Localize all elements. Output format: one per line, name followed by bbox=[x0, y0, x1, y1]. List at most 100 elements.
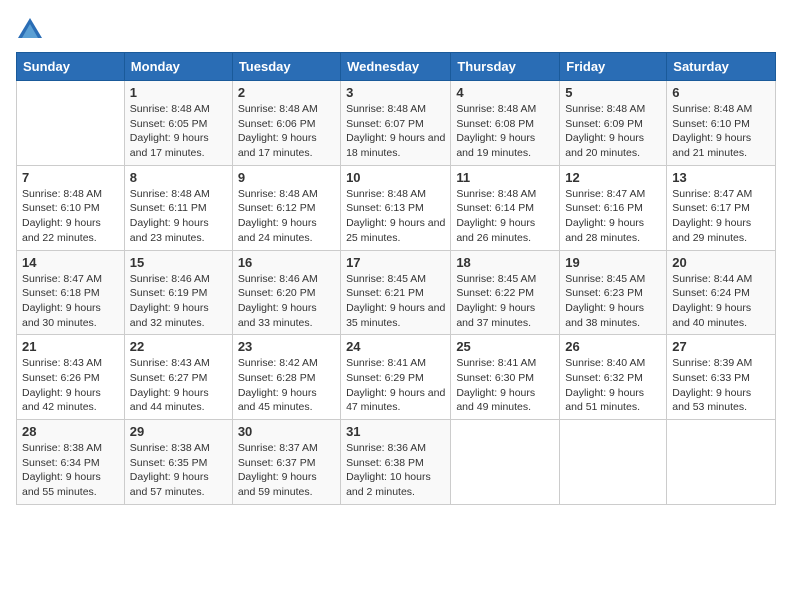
calendar-cell: 3 Sunrise: 8:48 AM Sunset: 6:07 PM Dayli… bbox=[341, 81, 451, 166]
sunset-text: Sunset: 6:11 PM bbox=[130, 202, 207, 214]
day-info: Sunrise: 8:37 AM Sunset: 6:37 PM Dayligh… bbox=[238, 441, 335, 500]
day-number: 4 bbox=[456, 85, 554, 100]
sunrise-text: Sunrise: 8:48 AM bbox=[456, 188, 536, 200]
sunset-text: Sunset: 6:09 PM bbox=[565, 118, 643, 130]
day-number: 27 bbox=[672, 339, 770, 354]
day-info: Sunrise: 8:48 AM Sunset: 6:10 PM Dayligh… bbox=[22, 187, 119, 246]
calendar-cell: 17 Sunrise: 8:45 AM Sunset: 6:21 PM Dayl… bbox=[341, 250, 451, 335]
sunrise-text: Sunrise: 8:36 AM bbox=[346, 442, 426, 454]
sunset-text: Sunset: 6:20 PM bbox=[238, 287, 316, 299]
calendar-cell: 2 Sunrise: 8:48 AM Sunset: 6:06 PM Dayli… bbox=[232, 81, 340, 166]
calendar-cell: 24 Sunrise: 8:41 AM Sunset: 6:29 PM Dayl… bbox=[341, 335, 451, 420]
daylight-text: Daylight: 9 hours and 20 minutes. bbox=[565, 132, 644, 159]
calendar-cell: 19 Sunrise: 8:45 AM Sunset: 6:23 PM Dayl… bbox=[560, 250, 667, 335]
daylight-text: Daylight: 9 hours and 57 minutes. bbox=[130, 471, 209, 498]
sunset-text: Sunset: 6:06 PM bbox=[238, 118, 316, 130]
week-row-1: 1 Sunrise: 8:48 AM Sunset: 6:05 PM Dayli… bbox=[17, 81, 776, 166]
day-info: Sunrise: 8:48 AM Sunset: 6:13 PM Dayligh… bbox=[346, 187, 445, 246]
calendar-cell: 13 Sunrise: 8:47 AM Sunset: 6:17 PM Dayl… bbox=[667, 165, 776, 250]
sunrise-text: Sunrise: 8:46 AM bbox=[238, 273, 318, 285]
day-info: Sunrise: 8:43 AM Sunset: 6:26 PM Dayligh… bbox=[22, 356, 119, 415]
day-number: 10 bbox=[346, 170, 445, 185]
day-number: 29 bbox=[130, 424, 227, 439]
day-info: Sunrise: 8:41 AM Sunset: 6:30 PM Dayligh… bbox=[456, 356, 554, 415]
day-number: 13 bbox=[672, 170, 770, 185]
daylight-text: Daylight: 9 hours and 53 minutes. bbox=[672, 387, 751, 414]
sunrise-text: Sunrise: 8:48 AM bbox=[346, 103, 426, 115]
daylight-text: Daylight: 9 hours and 42 minutes. bbox=[22, 387, 101, 414]
sunset-text: Sunset: 6:37 PM bbox=[238, 457, 316, 469]
day-header-monday: Monday bbox=[124, 53, 232, 81]
day-info: Sunrise: 8:48 AM Sunset: 6:12 PM Dayligh… bbox=[238, 187, 335, 246]
sunrise-text: Sunrise: 8:39 AM bbox=[672, 357, 752, 369]
sunrise-text: Sunrise: 8:37 AM bbox=[238, 442, 318, 454]
sunset-text: Sunset: 6:13 PM bbox=[346, 202, 424, 214]
sunrise-text: Sunrise: 8:48 AM bbox=[130, 103, 210, 115]
sunrise-text: Sunrise: 8:41 AM bbox=[456, 357, 536, 369]
day-number: 16 bbox=[238, 255, 335, 270]
sunset-text: Sunset: 6:08 PM bbox=[456, 118, 534, 130]
day-header-thursday: Thursday bbox=[451, 53, 560, 81]
calendar-cell: 29 Sunrise: 8:38 AM Sunset: 6:35 PM Dayl… bbox=[124, 420, 232, 505]
day-info: Sunrise: 8:48 AM Sunset: 6:06 PM Dayligh… bbox=[238, 102, 335, 161]
daylight-text: Daylight: 9 hours and 38 minutes. bbox=[565, 302, 644, 329]
calendar-cell: 27 Sunrise: 8:39 AM Sunset: 6:33 PM Dayl… bbox=[667, 335, 776, 420]
day-info: Sunrise: 8:48 AM Sunset: 6:11 PM Dayligh… bbox=[130, 187, 227, 246]
header-row: SundayMondayTuesdayWednesdayThursdayFrid… bbox=[17, 53, 776, 81]
sunset-text: Sunset: 6:27 PM bbox=[130, 372, 208, 384]
day-number: 14 bbox=[22, 255, 119, 270]
calendar-cell: 15 Sunrise: 8:46 AM Sunset: 6:19 PM Dayl… bbox=[124, 250, 232, 335]
day-info: Sunrise: 8:47 AM Sunset: 6:18 PM Dayligh… bbox=[22, 272, 119, 331]
calendar-cell: 28 Sunrise: 8:38 AM Sunset: 6:34 PM Dayl… bbox=[17, 420, 125, 505]
day-info: Sunrise: 8:41 AM Sunset: 6:29 PM Dayligh… bbox=[346, 356, 445, 415]
sunset-text: Sunset: 6:29 PM bbox=[346, 372, 424, 384]
day-number: 5 bbox=[565, 85, 661, 100]
sunset-text: Sunset: 6:05 PM bbox=[130, 118, 208, 130]
day-info: Sunrise: 8:43 AM Sunset: 6:27 PM Dayligh… bbox=[130, 356, 227, 415]
day-number: 24 bbox=[346, 339, 445, 354]
sunrise-text: Sunrise: 8:41 AM bbox=[346, 357, 426, 369]
sunrise-text: Sunrise: 8:48 AM bbox=[565, 103, 645, 115]
sunrise-text: Sunrise: 8:40 AM bbox=[565, 357, 645, 369]
day-number: 19 bbox=[565, 255, 661, 270]
sunrise-text: Sunrise: 8:45 AM bbox=[346, 273, 426, 285]
day-info: Sunrise: 8:46 AM Sunset: 6:20 PM Dayligh… bbox=[238, 272, 335, 331]
sunset-text: Sunset: 6:22 PM bbox=[456, 287, 534, 299]
day-header-sunday: Sunday bbox=[17, 53, 125, 81]
calendar-cell: 20 Sunrise: 8:44 AM Sunset: 6:24 PM Dayl… bbox=[667, 250, 776, 335]
day-info: Sunrise: 8:48 AM Sunset: 6:14 PM Dayligh… bbox=[456, 187, 554, 246]
sunrise-text: Sunrise: 8:48 AM bbox=[238, 188, 318, 200]
sunset-text: Sunset: 6:10 PM bbox=[22, 202, 100, 214]
daylight-text: Daylight: 9 hours and 44 minutes. bbox=[130, 387, 209, 414]
sunrise-text: Sunrise: 8:43 AM bbox=[22, 357, 102, 369]
sunset-text: Sunset: 6:21 PM bbox=[346, 287, 424, 299]
sunrise-text: Sunrise: 8:47 AM bbox=[672, 188, 752, 200]
calendar-cell: 7 Sunrise: 8:48 AM Sunset: 6:10 PM Dayli… bbox=[17, 165, 125, 250]
day-info: Sunrise: 8:39 AM Sunset: 6:33 PM Dayligh… bbox=[672, 356, 770, 415]
day-header-friday: Friday bbox=[560, 53, 667, 81]
sunset-text: Sunset: 6:38 PM bbox=[346, 457, 424, 469]
day-number: 8 bbox=[130, 170, 227, 185]
day-info: Sunrise: 8:42 AM Sunset: 6:28 PM Dayligh… bbox=[238, 356, 335, 415]
day-info: Sunrise: 8:45 AM Sunset: 6:22 PM Dayligh… bbox=[456, 272, 554, 331]
calendar-table: SundayMondayTuesdayWednesdayThursdayFrid… bbox=[16, 52, 776, 505]
day-number: 20 bbox=[672, 255, 770, 270]
sunset-text: Sunset: 6:30 PM bbox=[456, 372, 534, 384]
logo-icon bbox=[16, 16, 44, 44]
calendar-cell bbox=[560, 420, 667, 505]
calendar-cell: 18 Sunrise: 8:45 AM Sunset: 6:22 PM Dayl… bbox=[451, 250, 560, 335]
daylight-text: Daylight: 9 hours and 59 minutes. bbox=[238, 471, 317, 498]
sunset-text: Sunset: 6:34 PM bbox=[22, 457, 100, 469]
calendar-cell bbox=[667, 420, 776, 505]
sunrise-text: Sunrise: 8:47 AM bbox=[565, 188, 645, 200]
sunset-text: Sunset: 6:33 PM bbox=[672, 372, 750, 384]
day-info: Sunrise: 8:45 AM Sunset: 6:21 PM Dayligh… bbox=[346, 272, 445, 331]
daylight-text: Daylight: 9 hours and 26 minutes. bbox=[456, 217, 535, 244]
sunset-text: Sunset: 6:14 PM bbox=[456, 202, 534, 214]
calendar-cell bbox=[17, 81, 125, 166]
day-info: Sunrise: 8:40 AM Sunset: 6:32 PM Dayligh… bbox=[565, 356, 661, 415]
daylight-text: Daylight: 9 hours and 40 minutes. bbox=[672, 302, 751, 329]
day-number: 18 bbox=[456, 255, 554, 270]
daylight-text: Daylight: 9 hours and 35 minutes. bbox=[346, 302, 445, 329]
day-info: Sunrise: 8:38 AM Sunset: 6:34 PM Dayligh… bbox=[22, 441, 119, 500]
